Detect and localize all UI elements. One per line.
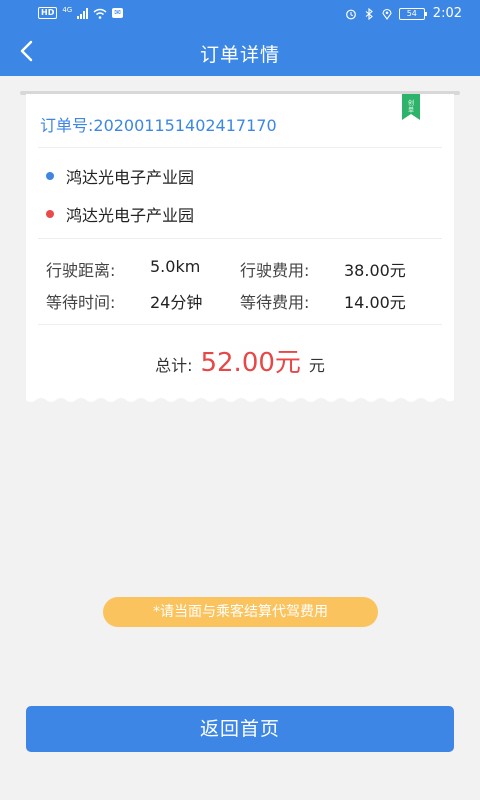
- end-dot-icon: [46, 210, 54, 218]
- wait-time-label: 等待时间:: [46, 293, 116, 312]
- bookmark-badge-icon: 创 单: [402, 94, 420, 120]
- total-row: 总计: 52.00元 元: [26, 342, 454, 379]
- receipt-wavy-edge: [26, 396, 454, 402]
- status-bar-left: HD 4G ✉: [38, 6, 123, 19]
- status-bar: HD 4G ✉ 54 2:02: [0, 0, 480, 28]
- return-home-button[interactable]: 返回首页: [26, 706, 454, 752]
- route-start: 鸿达光电子产业园: [46, 164, 194, 188]
- distance-value: 5.0km: [150, 257, 201, 276]
- message-icon: ✉: [112, 8, 123, 18]
- location-icon: [382, 8, 392, 20]
- total-unit: 元: [308, 356, 325, 375]
- driving-fee-label: 行驶费用:: [240, 261, 310, 280]
- signal-icon: [77, 7, 89, 19]
- total-amount: 52.00元: [200, 348, 301, 378]
- total-label: 总计:: [155, 356, 193, 375]
- network-type: 4G: [62, 6, 73, 14]
- order-number: 订单号:202001151402417170: [40, 116, 277, 135]
- hd-indicator: HD: [38, 7, 58, 19]
- app-header: 订单详情: [0, 28, 480, 76]
- svg-text:创: 创: [408, 99, 414, 107]
- clock-time: 2:02: [432, 6, 462, 21]
- wait-time-value: 24分钟: [150, 293, 203, 312]
- order-receipt-card: 创 单 订单号:202001151402417170 鸿达光电子产业园 鸿达光电…: [26, 94, 454, 402]
- wait-fee-value: 14.00元: [344, 293, 406, 312]
- start-address: 鸿达光电子产业园: [66, 168, 195, 187]
- svg-text:单: 单: [408, 106, 414, 114]
- start-dot-icon: [46, 172, 54, 180]
- page-title: 订单详情: [199, 44, 280, 66]
- end-address: 鸿达光电子产业园: [66, 206, 195, 225]
- alarm-icon: [345, 9, 356, 19]
- bluetooth-icon: [365, 7, 373, 20]
- route-end: 鸿达光电子产业园: [46, 202, 194, 226]
- wait-fee-label: 等待费用:: [240, 293, 310, 312]
- status-bar-right: 54 2:02: [345, 6, 462, 21]
- divider: [38, 238, 442, 239]
- battery-icon: 54: [398, 7, 427, 20]
- driving-fee-value: 38.00元: [344, 261, 406, 280]
- divider: [38, 147, 442, 148]
- settlement-notice: *请当面与乘客结算代驾费用: [103, 597, 378, 627]
- distance-label: 行驶距离:: [46, 261, 116, 280]
- wifi-icon: [93, 8, 107, 19]
- divider: [38, 324, 442, 325]
